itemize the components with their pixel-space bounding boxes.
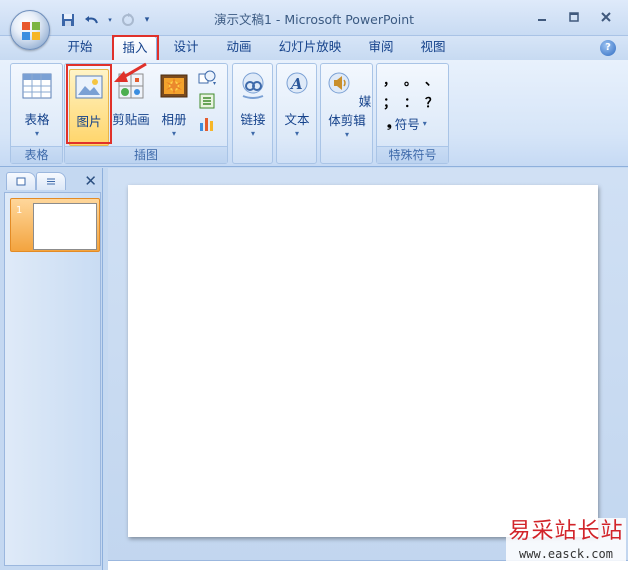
text-dropdown-icon: ▾ [294,129,299,138]
symbol-dot-icon: ❟ [387,116,392,130]
slides-tab-icon[interactable] [6,172,36,190]
symbol-comma[interactable]: ， [383,70,396,89]
group-text: A 文本 ▾ [276,63,317,164]
svg-text:▾: ▾ [213,80,216,87]
tab-slideshow[interactable]: 幻灯片放映 [272,36,348,60]
text-button-label: 文本 [284,112,310,127]
picture-icon [75,75,103,99]
tab-animations[interactable]: 动画 [216,36,262,60]
symbol-period[interactable]: 。 [404,70,417,89]
symbol-button[interactable]: ❟ 符号 ▾ [387,114,427,133]
tab-insert[interactable]: 插入 [113,36,157,60]
slides-panel: ✕ 1 [0,168,103,570]
tab-view[interactable]: 视图 [410,36,456,60]
group-tables-label: 表格 [11,146,62,163]
album-button[interactable]: 相册 ▾ [156,70,192,138]
slide-thumbnail-image [33,203,97,250]
smartart-icon[interactable] [198,92,216,110]
group-symbols: ， 。 、 ； ： ？ ❟ 符号 ▾ 特殊符号 [376,63,449,164]
group-media: 媒体剪辑 ▾ [320,63,373,164]
panel-tabs: ✕ [4,170,101,192]
help-icon[interactable]: ? [600,40,616,56]
table-dropdown-icon: ▾ [34,129,39,138]
table-button-label: 表格 [24,112,50,127]
text-button[interactable]: A 文本 ▾ [279,70,315,138]
chart-icon[interactable] [198,114,216,132]
slide-thumbnail-1[interactable]: 1 [10,198,100,252]
symbol-enum-comma[interactable]: 、 [425,70,438,89]
link-dropdown-icon: ▾ [250,129,255,138]
clipart-button-label: 剪贴画 [112,112,150,127]
table-button[interactable]: 表格 ▾ [17,70,57,138]
symbol-question[interactable]: ？ [425,92,438,111]
picture-button[interactable]: 图片 [69,69,109,146]
office-button[interactable] [10,10,50,50]
photo-album-icon [160,74,188,98]
slide-workspace [108,168,628,570]
shapes-icon[interactable]: ▾ [198,69,216,87]
media-button[interactable]: 媒体剪辑 ▾ [321,70,373,139]
media-dropdown-icon: ▾ [344,130,349,139]
title-bar: ▾ ▾ 演示文稿1 - Microsoft PowerPoint [0,0,628,36]
office-logo-icon [22,22,40,40]
watermark-name: 易采站长站 [508,519,624,544]
window-controls [528,6,620,28]
link-button-label: 链接 [240,112,266,127]
tab-review[interactable]: 审阅 [358,36,404,60]
outline-tab-icon[interactable] [36,172,66,190]
link-button[interactable]: 链接 ▾ [235,70,271,138]
watermark: 易采站长站 www.easck.com [506,518,626,568]
group-links: 链接 ▾ [232,63,273,164]
slides-thumbnails: 1 [4,192,101,566]
album-dropdown-icon: ▾ [171,129,176,138]
slide-canvas[interactable] [128,185,598,537]
symbol-button-label: 符号 [394,117,420,132]
group-illustrations-label: 插图 [65,146,227,163]
group-symbols-label: 特殊符号 [377,146,448,163]
hyperlink-icon [242,72,264,99]
ribbon-tabs: 开始 插入 设计 动画 幻灯片放映 审阅 视图 [0,36,628,60]
album-button-label: 相册 [161,112,187,127]
picture-button-label: 图片 [76,114,102,129]
ribbon: 表格 ▾ 表格 图片 剪贴画 相册 ▾ ▾ 插图 链接 ▾ A 文本 ▾ 媒体剪… [0,60,628,167]
symbol-semicolon[interactable]: ； [383,92,396,111]
minimize-icon[interactable] [528,6,556,28]
media-clip-icon [328,72,350,94]
watermark-url: www.easck.com [519,547,613,561]
tab-design[interactable]: 设计 [163,36,209,60]
group-tables: 表格 ▾ 表格 [10,63,63,164]
pointer-arrow-icon [114,62,147,82]
svg-text:A: A [289,75,303,93]
panel-close-icon[interactable]: ✕ [84,172,97,190]
table-icon [22,73,52,99]
close-icon[interactable] [592,6,620,28]
slide-number: 1 [16,205,23,216]
maximize-icon[interactable] [560,6,588,28]
symbol-colon[interactable]: ： [404,92,417,111]
text-icon: A [286,72,308,94]
tab-home[interactable]: 开始 [57,36,103,60]
symbol-dropdown-icon: ▾ [422,119,427,128]
